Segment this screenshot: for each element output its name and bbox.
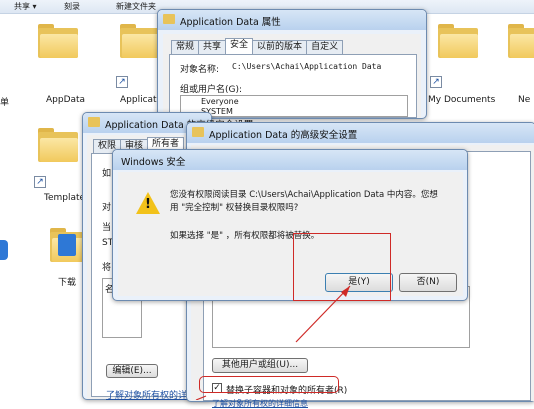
annotation-arrows <box>195 285 351 400</box>
arrow-line <box>195 395 207 400</box>
arrow-line <box>295 285 351 343</box>
arrow-head <box>341 286 350 297</box>
